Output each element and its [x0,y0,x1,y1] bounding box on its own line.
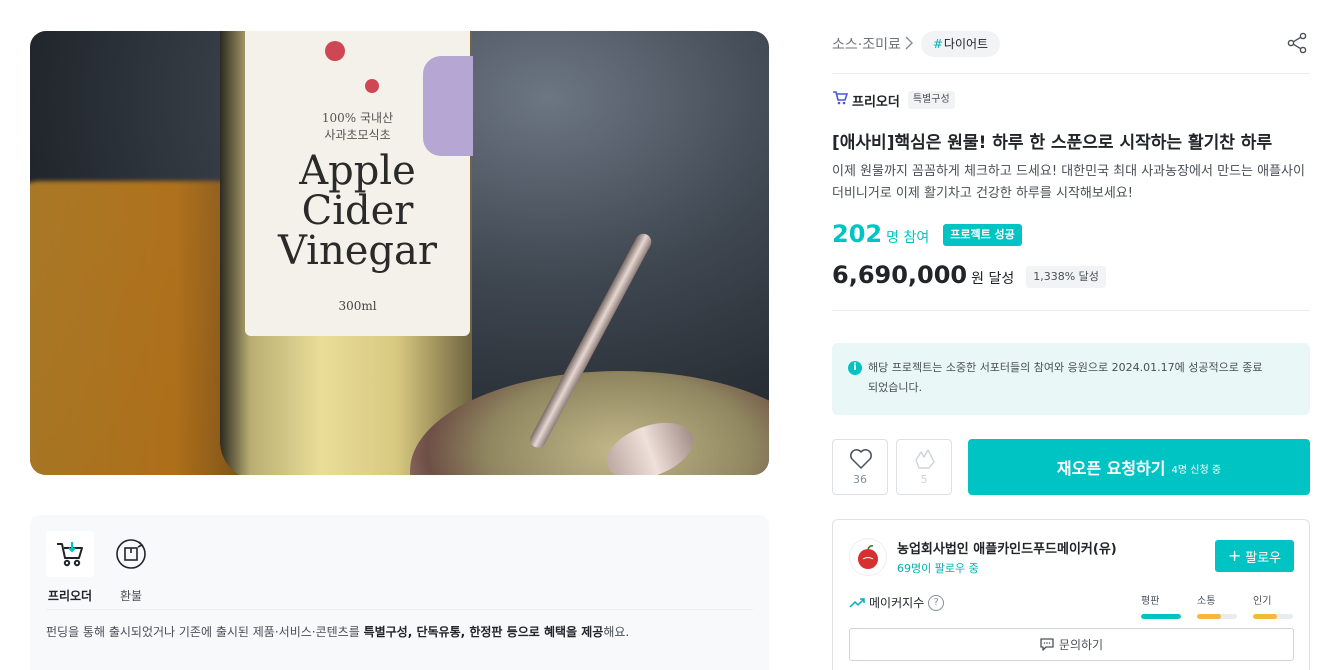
breadcrumb-category[interactable]: 소스·조미료 [832,34,901,54]
success-badge: 프로젝트 성공 [943,224,1022,246]
label-volume: 300ml [338,299,377,313]
reopen-request-button[interactable]: 재오픈 요청하기 4명 신청 중 [968,439,1310,495]
desc-text-end: 해요. [603,625,630,639]
divider [832,73,1310,74]
follow-button[interactable]: + 팔로우 [1215,540,1294,572]
preorder-row: 프리오더 특별구성 [832,90,955,110]
desc-bold: 특별구성, 단독유통, 한정판 등으로 혜택을 제공 [363,625,604,639]
notice-text: 해당 프로젝트는 소중한 서포터들의 참여와 응원으로 2024.01.17에 … [868,361,1263,394]
funding-amount: 6,690,000 원 달성 1,338% 달성 [832,261,1106,291]
participant-unit: 명 참여 [886,230,930,246]
share-icon[interactable] [1285,31,1309,55]
metric-fill [1197,614,1221,619]
metric-fill [1253,614,1277,619]
label-accent-shape [423,56,473,156]
maker-followers: 69명이 팔로우 중 [897,562,979,575]
product-summary: 이제 원물까지 꼼꼼하게 체크하고 드세요! 대한민국 최대 사과농장에서 만드… [832,164,1305,201]
metric-fill [1141,614,1181,619]
preorder-label: 프리오더 [852,94,900,110]
divider [46,609,753,610]
like-button[interactable]: 36 [832,439,888,495]
metric-label: 인기 [1253,596,1272,607]
percent-badge: 1,338% 달성 [1026,266,1106,288]
metric-bar [1253,614,1293,619]
preorder-cart-icon [832,90,849,110]
refund-icon [107,531,155,577]
maker-card: 농업회사법인 애플카인드푸드메이커(유) 69명이 팔로우 중 + 팔로우 메이… [832,519,1310,670]
cart-icon [46,531,94,577]
like-count: 36 [853,473,867,486]
plus-icon: + [1227,546,1242,565]
metric-bar [1197,614,1237,619]
inquiry-button[interactable]: 문의하기 [849,628,1294,661]
flower-icon [365,79,379,93]
maker-index: 메이커지수 ? [849,594,945,611]
clap-icon [915,449,935,469]
maker-index-label: 메이커지수 [869,596,925,610]
info-icon: i [848,361,862,375]
metric-label: 소통 [1197,596,1216,607]
amount-value: 6,690,000 [832,261,968,289]
metric-label: 평판 [1141,596,1160,607]
chevron-right-icon [905,35,913,54]
inquiry-label: 문의하기 [1058,638,1104,652]
reopen-label: 재오픈 요청하기 [1056,459,1166,478]
cheer-button[interactable]: 5 [896,439,952,495]
badge-description: 펀딩을 통해 출시되었거나 기존에 출시된 제품·서비스·콘텐츠를 특별구성, … [46,623,629,640]
apple-logo-icon [858,545,878,569]
tag-label: 다이어트 [943,37,989,51]
metric-bar [1141,614,1181,619]
tag-hash: # [932,37,943,51]
help-icon[interactable]: ? [928,594,945,611]
badge-preorder[interactable]: 프리오더 [46,531,94,604]
reopen-count: 4명 신청 중 [1171,465,1222,476]
amount-unit: 원 달성 [971,271,1015,287]
maker-avatar[interactable] [849,538,887,576]
participant-count: 202 [832,220,883,248]
preorder-sub-badge: 특별구성 [907,91,955,109]
desc-text: 펀딩을 통해 출시되었거나 기존에 출시된 제품·서비스·콘텐츠를 [46,625,364,639]
success-notice: i 해당 프로젝트는 소중한 서포터들의 참여와 응원으로 2024.01.17… [832,343,1310,415]
flower-icon [325,41,345,61]
cheer-count: 5 [920,473,928,486]
trend-up-icon [849,597,865,608]
metric-popularity: 인기 [1253,592,1293,619]
follow-label: 팔로우 [1245,550,1282,566]
product-title: [애사비]핵심은 원물! 하루 한 스푼으로 시작하는 활기찬 하루 [832,133,1273,153]
metric-communication: 소통 [1197,592,1237,619]
badge-label: 환불 [119,589,143,603]
metric-reputation: 평판 [1141,592,1181,619]
badge-label: 프리오더 [47,589,93,603]
label-product: Apple Cider Vinegar [278,148,437,274]
tag-diet[interactable]: #다이어트 [920,31,1001,57]
heart-icon [850,449,872,469]
product-image: 100% 국내산 사과초모식초 Apple Cider Vinegar 300m… [30,31,769,475]
chat-icon [1040,638,1054,651]
maker-name[interactable]: 농업회사법인 애플카인드푸드메이커(유) [897,538,1117,557]
divider [832,310,1310,311]
reward-badges-panel: 프리오더 환불 펀딩을 통해 출시되었거나 기존에 출시된 제품·서비스·콘텐츠… [30,515,769,670]
breadcrumb: 소스·조미료 #다이어트 [832,31,1001,57]
badge-refund[interactable]: 환불 [107,531,155,604]
participants: 202 명 참여 프로젝트 성공 [832,220,1022,250]
